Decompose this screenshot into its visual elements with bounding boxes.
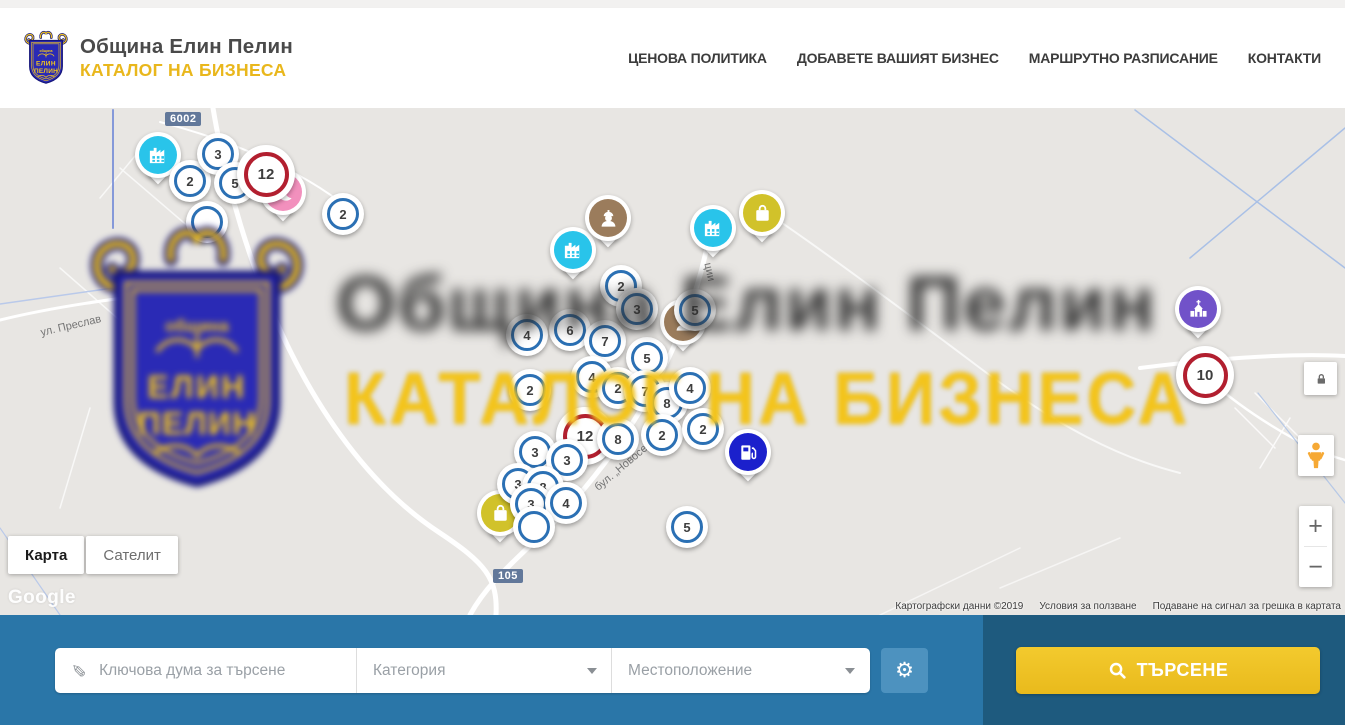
cluster-count: 5 (679, 294, 711, 326)
cluster-count (191, 206, 223, 238)
marker-cluster[interactable] (186, 201, 228, 243)
cluster-count: 2 (327, 198, 359, 230)
marker-cluster[interactable]: 12 (237, 145, 295, 203)
road-number-badge: 105 (493, 569, 523, 583)
nav-route-schedule[interactable]: МАРШРУТНО РАЗПИСАНИЕ (1029, 50, 1218, 66)
chevron-down-icon (845, 668, 855, 674)
search-button-label: ТЪРСЕНЕ (1137, 660, 1229, 681)
bag-icon (743, 194, 781, 232)
brand-subtitle: КАТАЛОГ НА БИЗНЕСА (80, 60, 293, 81)
cluster-count: 7 (589, 325, 621, 357)
pencil-icon: ✎ (67, 663, 88, 678)
marker-cluster[interactable]: 2 (322, 193, 364, 235)
google-logo[interactable]: Google (8, 587, 76, 609)
attribution-report-error-link[interactable]: Подаване на сигнал за грешка в картата (1153, 601, 1341, 612)
cluster-count: 4 (550, 487, 582, 519)
search-bar: ✎ Категория Местоположение ⚙ ТЪРСЕНЕ (0, 615, 1345, 725)
map-attribution: Картографски данни ©2019 Условия за полз… (895, 601, 1341, 612)
gear-icon: ⚙ (895, 658, 914, 683)
cluster-count: 4 (674, 372, 706, 404)
category-select-label: Категория (373, 662, 445, 680)
top-strip (0, 0, 1345, 8)
header: община ЕЛИН ПЕЛИН Община Елин Пелин КАТА… (0, 8, 1345, 108)
nav-add-business[interactable]: ДОБАВЕТЕ ВАШИЯТ БИЗНЕС (797, 50, 999, 66)
keyword-search-input[interactable] (97, 661, 356, 681)
road-number-badge: 6002 (165, 112, 201, 126)
search-icon (1108, 661, 1127, 680)
marker-cluster[interactable]: 5 (666, 506, 708, 548)
location-select[interactable]: Местоположение (611, 648, 869, 693)
cluster-count: 4 (511, 319, 543, 351)
pegman-icon (1307, 442, 1325, 470)
marker-cluster[interactable]: 2 (509, 369, 551, 411)
svg-text:община: община (40, 49, 53, 53)
factory-category-pin[interactable] (687, 205, 739, 267)
brand-title: Община Елин Пелин (80, 35, 293, 59)
marker-cluster[interactable] (513, 506, 555, 548)
fuel-category-pin[interactable] (722, 429, 774, 491)
search-fields: ✎ Категория Местоположение (55, 648, 870, 693)
chevron-down-icon (587, 668, 597, 674)
search-submit-button[interactable]: ТЪРСЕНЕ (1016, 647, 1320, 694)
advanced-settings-button[interactable]: ⚙ (881, 648, 928, 693)
marker-cluster[interactable]: 4 (669, 367, 711, 409)
cluster-count: 2 (514, 374, 546, 406)
marker-cluster[interactable]: 5 (674, 289, 716, 331)
map-type-map-button[interactable]: Карта (8, 536, 84, 574)
zoom-control: + − (1299, 506, 1332, 587)
bag-category-pin[interactable] (736, 190, 788, 252)
attribution-copyright: Картографски данни ©2019 (895, 601, 1023, 612)
marker-cluster[interactable]: 10 (1176, 346, 1234, 404)
cluster-count: 2 (646, 419, 678, 451)
worker-icon (589, 199, 627, 237)
cluster-count: 6 (554, 314, 586, 346)
marker-cluster[interactable]: 2 (682, 408, 724, 450)
main-nav: ЦЕНОВА ПОЛИТИКА ДОБАВЕТЕ ВАШИЯТ БИЗНЕС М… (628, 50, 1321, 66)
marker-cluster[interactable]: 2 (641, 414, 683, 456)
brand-logo-link[interactable]: община ЕЛИН ПЕЛИН Община Елин Пелин КАТА… (22, 28, 293, 88)
factory-icon (139, 136, 177, 174)
fuel-icon (729, 433, 767, 471)
cluster-count (518, 511, 550, 543)
marker-cluster[interactable]: 4 (506, 314, 548, 356)
church-icon (1179, 290, 1217, 328)
nav-pricing-policy[interactable]: ЦЕНОВА ПОЛИТИКА (628, 50, 767, 66)
keyword-field: ✎ (55, 648, 356, 693)
cluster-count: 3 (621, 293, 653, 325)
svg-text:ЕЛИН: ЕЛИН (36, 61, 56, 68)
page: община ЕЛИН ПЕЛИН Община Елин Пелин КАТА… (0, 0, 1345, 725)
cluster-count: 8 (602, 423, 634, 455)
cluster-count: 2 (687, 413, 719, 445)
lock-icon (1313, 371, 1329, 387)
location-select-label: Местоположение (628, 662, 752, 680)
attribution-terms-link[interactable]: Условия за ползване (1039, 601, 1136, 612)
category-select[interactable]: Категория (356, 648, 611, 693)
zoom-in-button[interactable]: + (1299, 506, 1332, 546)
factory-icon (694, 209, 732, 247)
map-canvas[interactable]: 2351222356745242784128223338345106002105… (0, 108, 1345, 615)
municipality-emblem-icon: община ЕЛИН ПЕЛИН (22, 28, 70, 88)
cluster-count: 5 (671, 511, 703, 543)
nav-contacts[interactable]: КОНТАКТИ (1248, 50, 1321, 66)
cluster-count: 12 (244, 152, 289, 197)
cluster-count: 2 (174, 165, 206, 197)
worker-category-pin[interactable] (582, 195, 634, 257)
marker-cluster[interactable]: 8 (597, 418, 639, 460)
zoom-out-button[interactable]: − (1299, 547, 1332, 587)
map-type-control: Карта Сателит (8, 536, 178, 574)
lock-button[interactable] (1304, 362, 1337, 395)
svg-text:ПЕЛИН: ПЕЛИН (34, 68, 58, 75)
map-type-satellite-button[interactable]: Сателит (86, 536, 178, 574)
church-category-pin[interactable] (1172, 286, 1224, 348)
cluster-count: 10 (1183, 353, 1228, 398)
pegman-button[interactable] (1298, 435, 1334, 476)
marker-cluster[interactable]: 3 (616, 288, 658, 330)
